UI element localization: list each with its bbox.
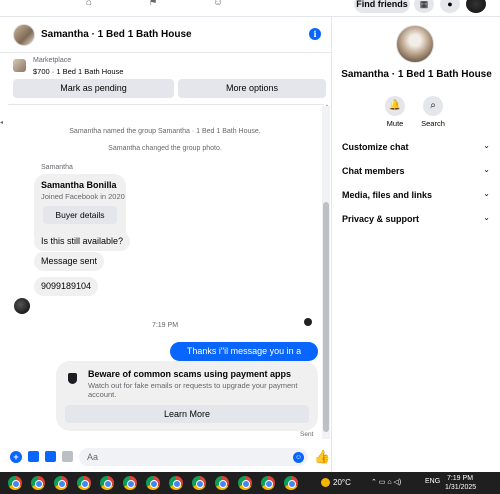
thumbs-up-icon[interactable]: 👍 bbox=[314, 449, 330, 465]
chrome-icon[interactable] bbox=[8, 476, 22, 490]
message-bubble-incoming[interactable]: Is this still available? bbox=[34, 232, 131, 251]
chrome-icon[interactable] bbox=[238, 476, 252, 490]
conversation-details-panel: Samantha · 1 Bed 1 Bath House 🔔 Mute ⌕ S… bbox=[333, 17, 500, 472]
chrome-icon[interactable] bbox=[54, 476, 68, 490]
windows-taskbar: 20°C ⌃ ▭ ⌂ ◁) ENG 7:19 PM 1/31/2025 bbox=[0, 472, 500, 494]
section-chat-members[interactable]: Chat members ⌄ bbox=[342, 165, 490, 182]
mute-label: Mute bbox=[386, 119, 404, 128]
sent-status: Sent bbox=[300, 431, 314, 438]
find-friends-button[interactable]: Find friends bbox=[354, 0, 410, 13]
chevron-down-icon: ⌄ bbox=[483, 213, 490, 222]
profile-name[interactable]: Samantha Bonilla bbox=[41, 180, 117, 190]
chevron-down-icon: ⌄ bbox=[483, 165, 490, 174]
message-input[interactable] bbox=[79, 448, 308, 466]
section-label: Customize chat bbox=[342, 142, 409, 152]
chrome-icon[interactable] bbox=[215, 476, 229, 490]
clock-time: 7:19 PM bbox=[446, 475, 474, 482]
scrollbar-thumb[interactable] bbox=[323, 202, 329, 432]
group-avatar[interactable] bbox=[13, 24, 35, 46]
groups-icon[interactable]: ☺ bbox=[211, 0, 225, 9]
weather-temperature[interactable]: 20°C bbox=[333, 478, 351, 487]
search-button[interactable]: ⌕ Search bbox=[418, 96, 448, 128]
system-tray-icons[interactable]: ⌃ ▭ ⌂ ◁) bbox=[371, 478, 401, 486]
sender-name: Samantha bbox=[41, 164, 73, 171]
sticker-icon[interactable] bbox=[45, 451, 56, 462]
learn-more-button[interactable]: Learn More bbox=[65, 405, 309, 423]
system-message: Samantha changed the group photo. bbox=[108, 145, 222, 152]
search-icon: ⌕ bbox=[423, 96, 443, 116]
bell-icon: 🔔 bbox=[385, 96, 405, 116]
notifications-icon[interactable]: ● bbox=[440, 0, 460, 13]
mark-as-pending-button[interactable]: Mark as pending bbox=[13, 79, 174, 98]
shield-icon bbox=[68, 373, 77, 384]
profile-joined: Joined Facebook in 2020 bbox=[41, 192, 125, 201]
chrome-icon[interactable] bbox=[284, 476, 298, 490]
chrome-icon[interactable] bbox=[169, 476, 183, 490]
clock[interactable]: 7:19 PM 1/31/2025 bbox=[445, 474, 477, 492]
section-label: Media, files and links bbox=[342, 190, 433, 200]
chat-panel: Samantha · 1 Bed 1 Bath House i Marketpl… bbox=[0, 17, 332, 472]
more-options-button[interactable]: More options bbox=[178, 79, 326, 98]
emoji-icon[interactable]: ☺ bbox=[293, 452, 304, 463]
chrome-icon[interactable] bbox=[146, 476, 160, 490]
scrollbar[interactable] bbox=[322, 106, 330, 439]
chevron-down-icon: ⌄ bbox=[483, 189, 490, 198]
photo-icon[interactable] bbox=[28, 451, 39, 462]
listing-thumbnail bbox=[13, 59, 26, 72]
profile-avatar[interactable] bbox=[466, 0, 486, 13]
chrome-icon[interactable] bbox=[261, 476, 275, 490]
section-privacy-support[interactable]: Privacy & support ⌄ bbox=[342, 213, 490, 230]
marketplace-icon[interactable]: ⚑ bbox=[146, 0, 160, 9]
gif-icon[interactable] bbox=[62, 451, 73, 462]
section-label: Chat members bbox=[342, 166, 405, 176]
chrome-icon[interactable] bbox=[100, 476, 114, 490]
marketplace-label: Marketplace bbox=[33, 57, 72, 64]
scroll-left-arrow-icon[interactable]: ◂ bbox=[0, 119, 6, 127]
listing-title: $700 · 1 Bed 1 Bath House bbox=[33, 67, 124, 76]
buyer-details-button[interactable]: Buyer details bbox=[43, 206, 117, 224]
add-plus-icon[interactable]: + bbox=[10, 451, 22, 463]
chat-header: Samantha · 1 Bed 1 Bath House i bbox=[0, 17, 332, 53]
chrome-icon[interactable] bbox=[123, 476, 137, 490]
menu-grid-icon[interactable]: ▦ bbox=[414, 0, 434, 13]
marketplace-listing[interactable]: Marketplace $700 · 1 Bed 1 Bath House bbox=[0, 54, 332, 78]
chrome-icon[interactable] bbox=[31, 476, 45, 490]
scam-warning-card: Beware of common scams using payment app… bbox=[56, 361, 318, 431]
message-bubble-incoming[interactable]: 9099189104 bbox=[34, 277, 99, 296]
chrome-icon[interactable] bbox=[77, 476, 91, 490]
chat-title[interactable]: Samantha · 1 Bed 1 Bath House bbox=[41, 29, 192, 40]
message-bubble-outgoing[interactable]: Thanks i"il message you in a moment bbox=[170, 342, 318, 375]
top-navigation-bar: ⌂ ⚑ ☺ Find friends ▦ ● bbox=[0, 0, 500, 17]
home-icon[interactable]: ⌂ bbox=[82, 0, 96, 9]
group-photo[interactable] bbox=[396, 25, 434, 63]
message-bubble-incoming[interactable]: Message sent bbox=[34, 252, 105, 271]
warning-title: Beware of common scams using payment app… bbox=[88, 369, 292, 379]
section-customize-chat[interactable]: Customize chat ⌄ bbox=[342, 141, 490, 158]
sender-avatar[interactable] bbox=[14, 298, 30, 314]
chrome-icon[interactable] bbox=[192, 476, 206, 490]
divider bbox=[8, 104, 324, 105]
info-icon[interactable]: i bbox=[309, 28, 321, 40]
mute-button[interactable]: 🔔 Mute bbox=[380, 96, 410, 128]
conversation-title: Samantha · 1 Bed 1 Bath House bbox=[341, 69, 492, 80]
message-composer: + ☺ 👍 bbox=[0, 445, 332, 471]
search-label: Search bbox=[421, 119, 445, 128]
section-media-files-links[interactable]: Media, files and links ⌄ bbox=[342, 189, 490, 206]
weather-icon[interactable] bbox=[321, 478, 330, 487]
chevron-down-icon: ⌄ bbox=[483, 141, 490, 150]
language-indicator[interactable]: ENG bbox=[425, 478, 440, 485]
system-message: Samantha named the group Samantha · 1 Be… bbox=[69, 128, 261, 135]
clock-date: 1/31/2025 bbox=[445, 484, 477, 491]
warning-body: Watch out for fake emails or requests to… bbox=[88, 381, 298, 399]
section-label: Privacy & support bbox=[342, 214, 420, 224]
message-timestamp: 7:19 PM bbox=[151, 322, 179, 329]
